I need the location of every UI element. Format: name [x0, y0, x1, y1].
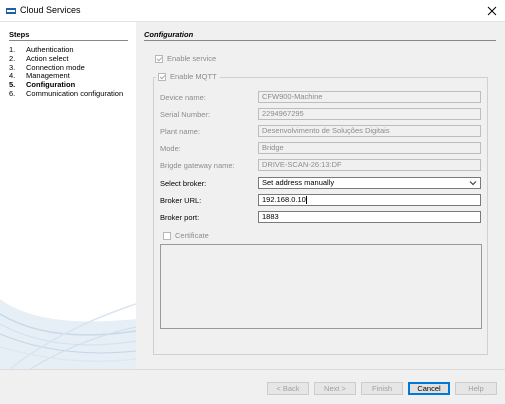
serial-number-label: Serial Number: — [160, 110, 211, 119]
chevron-down-icon[interactable] — [469, 179, 477, 187]
bridge-gateway-name-label: Brigde gateway name: — [160, 161, 235, 170]
broker-url-label: Broker URL: — [160, 196, 202, 205]
enable-mqtt-checkbox[interactable]: Enable MQTT — [156, 72, 220, 81]
device-name-label: Device name: — [160, 93, 206, 102]
heading-divider — [144, 40, 496, 41]
serial-number-field[interactable]: 2294967295 — [258, 108, 481, 120]
steps-heading: Steps — [9, 30, 30, 39]
device-name-field[interactable]: CFW900-Machine — [258, 91, 481, 103]
steps-divider — [9, 40, 128, 41]
configuration-panel: Configuration Enable service Enable MQTT… — [136, 22, 505, 369]
decorative-swoosh-graphic — [0, 299, 136, 369]
certificate-label: Certificate — [175, 231, 209, 240]
steps-list: 1. Authentication 2. Action select 3. Conne… — [9, 45, 124, 99]
broker-port-input[interactable]: 1883 — [258, 211, 481, 223]
select-broker-label: Select broker: — [160, 179, 207, 188]
back-button[interactable]: < Back — [267, 382, 309, 395]
enable-mqtt-label: Enable MQTT — [170, 72, 217, 81]
steps-sidebar: Steps 1. Authentication 2. Action select 3… — [0, 22, 136, 369]
next-button[interactable]: Next > — [314, 382, 356, 395]
broker-url-value: 192.168.0.10 — [262, 195, 306, 204]
page-title: Configuration — [144, 30, 194, 39]
enable-service-checkbox[interactable]: Enable service — [155, 54, 216, 63]
checkbox-empty-icon[interactable] — [163, 231, 171, 240]
finish-button[interactable]: Finish — [361, 382, 403, 395]
bridge-gateway-name-field[interactable]: DRIVE-SCAN-26:13:DF — [258, 159, 481, 171]
plant-name-label: Plant name: — [160, 127, 201, 136]
certificate-checkbox[interactable]: Certificate — [163, 231, 209, 240]
select-broker-value: Set address manually — [262, 178, 335, 187]
certificate-text-area[interactable] — [160, 244, 482, 329]
enable-service-label: Enable service — [167, 54, 217, 63]
mode-label: Mode: — [160, 144, 181, 153]
select-broker-dropdown[interactable]: Set address manually — [258, 177, 481, 189]
checkbox-check-icon[interactable] — [155, 54, 163, 63]
footer-divider — [0, 369, 505, 370]
step-item-communication-configuration: 6. Communication configuration — [9, 88, 124, 98]
plant-name-field[interactable]: Desenvolvimento de Soluções Digitais — [258, 125, 481, 137]
broker-port-label: Broker port: — [160, 213, 200, 222]
checkbox-check-icon[interactable] — [158, 72, 166, 81]
weg-logo-icon — [6, 8, 16, 14]
window-title: Cloud Services — [20, 5, 81, 15]
broker-url-input[interactable]: 192.168.0.10 — [258, 194, 481, 206]
text-cursor — [305, 195, 307, 204]
close-button[interactable] — [479, 0, 505, 22]
close-icon[interactable] — [487, 6, 497, 16]
help-button[interactable]: Help — [455, 382, 497, 395]
title-bar: Cloud Services — [0, 0, 505, 22]
cancel-button[interactable]: Cancel — [408, 382, 450, 395]
mode-field[interactable]: Bridge — [258, 142, 481, 154]
